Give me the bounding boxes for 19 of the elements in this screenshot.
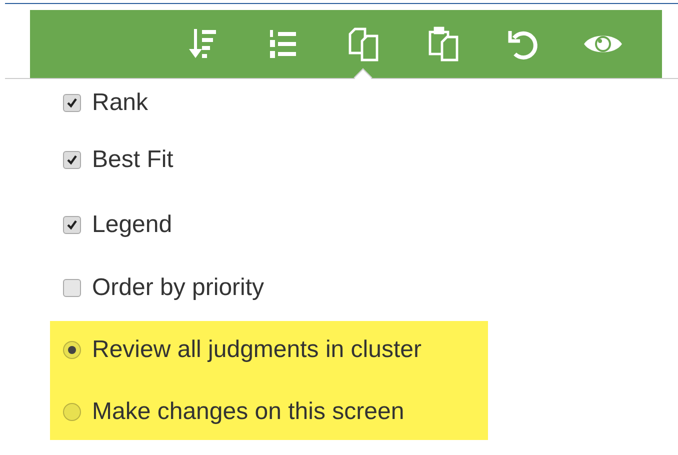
- checkbox-label: Rank: [92, 89, 148, 117]
- radio-label: Make changes on this screen: [92, 398, 404, 426]
- radio-label: Review all judgments in cluster: [92, 336, 422, 364]
- numbered-list-icon: [268, 27, 298, 61]
- copy-icon: [347, 26, 379, 62]
- checkmark-icon: [66, 154, 78, 166]
- checkmark-icon: [66, 218, 78, 230]
- radio-button[interactable]: [63, 340, 81, 358]
- checkbox[interactable]: [63, 216, 81, 234]
- checkbox-label: Order by priority: [92, 274, 264, 302]
- checkbox-label: Legend: [92, 210, 172, 238]
- checkbox[interactable]: [63, 278, 81, 296]
- checkbox-label: Best Fit: [92, 146, 174, 174]
- checkmark-icon: [66, 97, 78, 109]
- paste-icon: [427, 26, 459, 62]
- checkbox[interactable]: [63, 94, 81, 112]
- sort-icon: [188, 27, 218, 61]
- radio-button[interactable]: [63, 402, 81, 420]
- checkbox[interactable]: [63, 151, 81, 169]
